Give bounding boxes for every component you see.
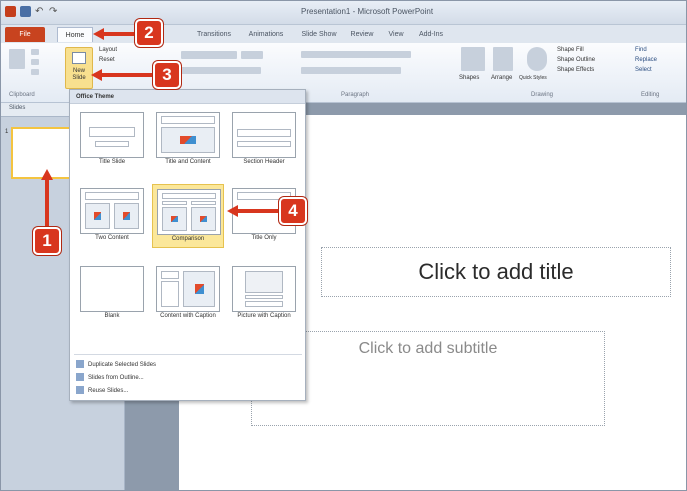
layout-name: Two Content <box>95 235 129 241</box>
layout-name: Section Header <box>243 159 285 165</box>
shape-fill-button[interactable]: Shape Fill <box>557 47 584 53</box>
callout-3-arrow-line <box>101 73 153 77</box>
duplicate-selected-slides-item[interactable]: Duplicate Selected Slides <box>76 360 156 371</box>
layout-thumbnail <box>232 112 296 158</box>
font-format-buttons[interactable] <box>181 67 261 74</box>
layout-thumbnail <box>80 188 144 234</box>
outline-icon <box>76 373 84 382</box>
new-slide-button[interactable]: New Slide <box>65 47 93 89</box>
quick-styles-icon[interactable] <box>527 47 547 71</box>
layout-content-with-caption[interactable]: Content with Caption <box>152 262 224 326</box>
new-slide-icon <box>72 52 86 64</box>
gallery-header: Office Theme <box>70 90 305 104</box>
layout-section-header[interactable]: Section Header <box>228 108 300 172</box>
layout-name: Blank <box>104 313 120 319</box>
tab-add-ins[interactable]: Add-Ins <box>415 27 447 42</box>
callout-1-arrow-line <box>45 179 49 227</box>
reset-button[interactable]: Reset <box>99 57 115 63</box>
tab-home[interactable]: Home <box>57 27 93 42</box>
callout-4-arrow-line <box>237 209 279 213</box>
copy-icon[interactable] <box>31 59 39 65</box>
callout-2: 2 <box>135 19 163 47</box>
new-slide-layout-gallery: Office Theme Title Slide Title and Conte… <box>69 89 306 401</box>
layout-thumbnail <box>80 266 144 312</box>
layout-thumbnail <box>157 189 221 235</box>
callout-2-arrow-line <box>103 32 135 36</box>
layout-thumbnail <box>156 112 220 158</box>
replace-button[interactable]: Replace <box>635 57 657 63</box>
shapes-icon[interactable] <box>461 47 485 71</box>
shape-outline-button[interactable]: Shape Outline <box>557 57 595 63</box>
slide-number: 1 <box>5 129 9 135</box>
font-size-box[interactable] <box>241 51 263 59</box>
callout-1: 1 <box>33 227 61 255</box>
tab-slides[interactable]: Slides <box>9 105 25 111</box>
find-button[interactable]: Find <box>635 47 647 53</box>
undo-icon[interactable]: ↶ <box>35 6 45 17</box>
group-label-drawing: Drawing <box>531 92 554 98</box>
layout-name: Title and Content <box>165 159 211 165</box>
powerpoint-window: ↶ ↷ Presentation1 - Microsoft PowerPoint… <box>0 0 687 491</box>
quick-styles-button[interactable]: Quick Styles <box>519 75 547 81</box>
tab-view[interactable]: View <box>383 27 409 42</box>
redo-icon[interactable]: ↷ <box>49 6 59 17</box>
slides-from-outline-item[interactable]: Slides from Outline... <box>76 373 144 384</box>
layout-button[interactable]: Layout <box>99 47 117 53</box>
reuse-slides-item[interactable]: Reuse Slides... <box>76 386 128 397</box>
group-label-editing: Editing <box>641 92 660 98</box>
tab-slide-show[interactable]: Slide Show <box>297 27 341 42</box>
tab-animations[interactable]: Animations <box>243 27 289 42</box>
paste-icon[interactable] <box>9 49 25 69</box>
group-label-clipboard: Clipboard <box>9 92 35 98</box>
list-buttons[interactable] <box>301 51 411 58</box>
shapes-button[interactable]: Shapes <box>459 75 479 81</box>
arrange-button[interactable]: Arrange <box>491 75 512 81</box>
tab-file[interactable]: File <box>5 27 45 42</box>
layout-thumbnail <box>232 266 296 312</box>
layout-name: Title Slide <box>98 159 126 165</box>
cut-icon[interactable] <box>31 49 39 55</box>
callout-3: 3 <box>153 61 181 89</box>
layout-blank[interactable]: Blank <box>76 262 148 326</box>
arrange-icon[interactable] <box>493 47 513 71</box>
callout-4: 4 <box>279 197 307 225</box>
layout-name: Content with Caption <box>160 313 216 319</box>
gallery-separator <box>74 354 302 355</box>
layout-name: Picture with Caption <box>237 313 291 319</box>
reuse-slides-icon <box>76 386 84 395</box>
select-button[interactable]: Select <box>635 67 652 73</box>
layout-thumbnail <box>156 266 220 312</box>
layout-name: Comparison <box>171 236 205 242</box>
layout-title-slide[interactable]: Title Slide <box>76 108 148 172</box>
tab-review[interactable]: Review <box>346 27 378 42</box>
tab-transitions[interactable]: Transitions <box>191 27 237 42</box>
layout-two-content[interactable]: Two Content <box>76 184 148 248</box>
title-placeholder[interactable]: Click to add title <box>321 247 671 297</box>
layout-comparison[interactable]: Comparison <box>152 184 224 248</box>
shape-effects-button[interactable]: Shape Effects <box>557 67 594 73</box>
layout-thumbnail <box>80 112 144 158</box>
powerpoint-app-icon[interactable] <box>5 6 16 17</box>
layout-picture-with-caption[interactable]: Picture with Caption <box>228 262 300 326</box>
layout-title-and-content[interactable]: Title and Content <box>152 108 224 172</box>
title-bar: ↶ ↷ Presentation1 - Microsoft PowerPoint <box>1 1 686 25</box>
duplicate-slides-icon <box>76 360 84 369</box>
font-name-box[interactable] <box>181 51 237 59</box>
alignment-buttons[interactable] <box>301 67 401 74</box>
group-label-paragraph: Paragraph <box>341 92 370 98</box>
menu-item-label: Slides from Outline... <box>88 375 144 381</box>
menu-item-label: Duplicate Selected Slides <box>88 362 157 368</box>
format-painter-icon[interactable] <box>31 69 39 75</box>
layout-name: Title Only <box>251 235 277 241</box>
quick-access-toolbar: ↶ ↷ <box>5 6 59 17</box>
new-slide-label: New Slide <box>72 68 86 81</box>
menu-item-label: Reuse Slides... <box>88 388 129 394</box>
window-title: Presentation1 - Microsoft PowerPoint <box>301 7 434 16</box>
save-icon[interactable] <box>20 6 31 17</box>
